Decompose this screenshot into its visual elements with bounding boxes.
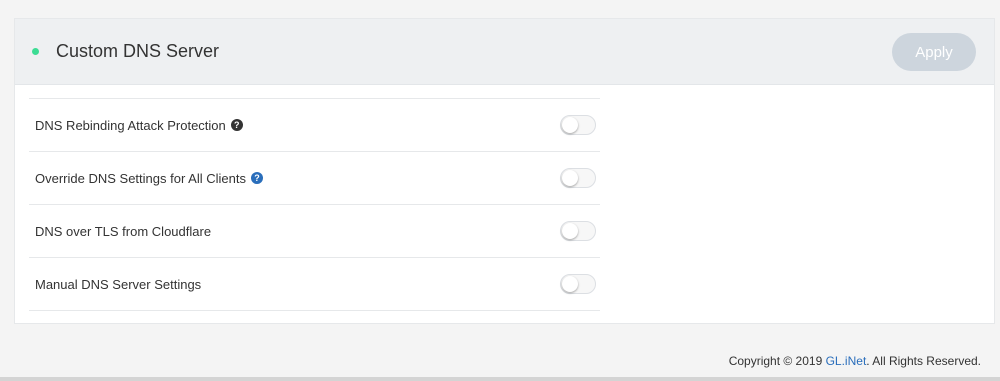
setting-row-manual-dns: Manual DNS Server Settings [29,258,600,311]
setting-label: Override DNS Settings for All Clients? [35,171,263,186]
question-circle-icon[interactable]: ? [250,172,263,185]
manual-dns-toggle[interactable] [560,274,596,294]
dns-over-tls-toggle[interactable] [560,221,596,241]
question-circle-icon[interactable]: ? [230,119,243,132]
setting-label: Manual DNS Server Settings [35,276,202,292]
bottom-divider [0,377,1000,381]
custom-dns-panel: Custom DNS Server Apply DNS Rebinding At… [14,18,995,324]
gl-inet-link[interactable]: GL.iNet [826,354,867,368]
setting-row-dns-over-tls: DNS over TLS from Cloudflare [29,205,600,258]
setting-label: DNS Rebinding Attack Protection? [35,118,243,133]
footer-copyright: Copyright © 2019 GL.iNet. All Rights Res… [728,354,981,368]
status-dot-icon [32,48,39,55]
toggle-knob [562,170,578,186]
toggle-knob [562,276,578,292]
apply-button[interactable]: Apply [892,33,976,71]
setting-row-override-dns: Override DNS Settings for All Clients? [29,152,600,205]
panel-title: Custom DNS Server [56,41,220,61]
toggle-knob [562,223,578,239]
settings-list: DNS Rebinding Attack Protection? Overrid… [29,98,600,311]
panel-header: Custom DNS Server Apply [15,19,994,85]
dns-rebinding-toggle[interactable] [560,115,596,135]
override-dns-toggle[interactable] [560,168,596,188]
setting-row-dns-rebinding: DNS Rebinding Attack Protection? [29,99,600,152]
setting-label: DNS over TLS from Cloudflare [35,223,212,239]
toggle-knob [562,117,578,133]
